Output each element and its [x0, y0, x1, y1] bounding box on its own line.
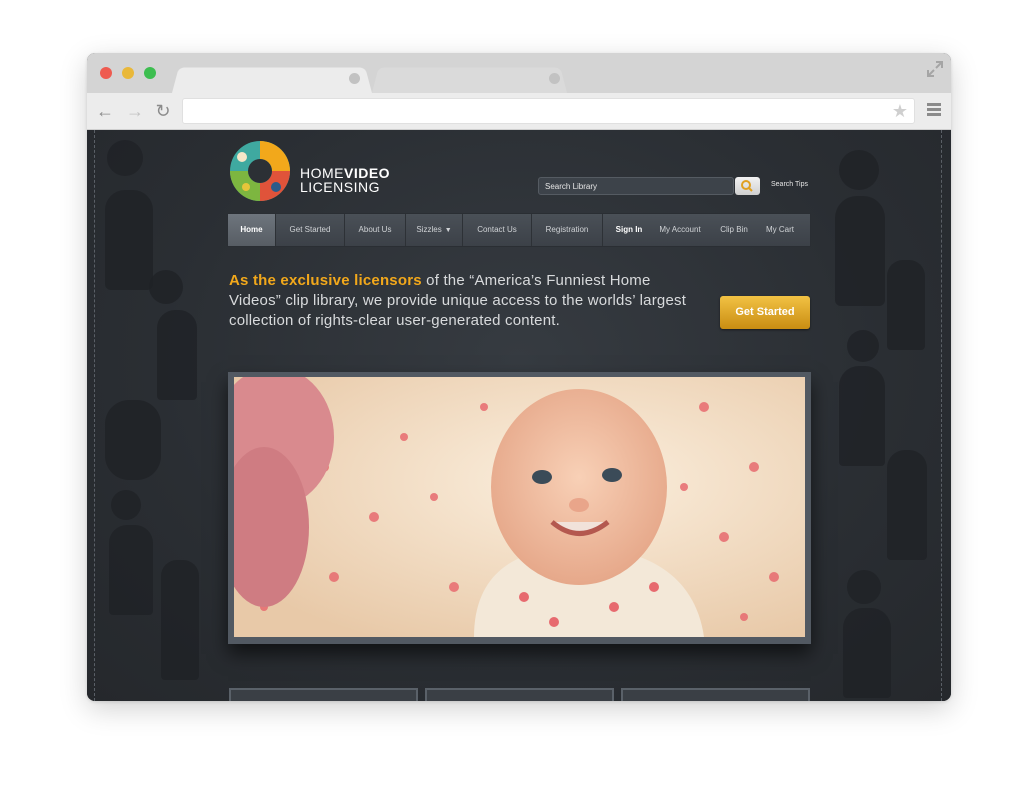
- close-window-button[interactable]: [100, 67, 112, 79]
- hero-image[interactable]: [234, 377, 805, 637]
- decorative-border: [94, 130, 95, 701]
- browser-tab-inactive[interactable]: [372, 67, 567, 93]
- nav-sign-in[interactable]: Sign In: [610, 214, 648, 246]
- browser-toolbar: ← → ↻ ★: [87, 93, 951, 130]
- silhouette-decoration: [847, 330, 879, 362]
- search-button[interactable]: [735, 177, 760, 195]
- intro-highlight: As the exclusive licensors: [229, 272, 422, 289]
- chevron-down-icon: ▼: [444, 227, 452, 234]
- silhouette-decoration: [107, 140, 143, 176]
- nav-my-cart[interactable]: My Cart: [759, 214, 801, 246]
- reload-icon[interactable]: ↻: [153, 101, 173, 121]
- expand-icon[interactable]: [927, 61, 943, 77]
- minimize-window-button[interactable]: [122, 67, 134, 79]
- thumbnail[interactable]: [621, 688, 810, 701]
- decorative-border: [941, 130, 942, 701]
- baby-photo: [234, 377, 805, 637]
- search-input[interactable]: Search Library: [538, 177, 734, 195]
- nav-home[interactable]: Home: [228, 214, 276, 246]
- browser-window: ← → ↻ ★ HOMEVIDEO LICENSING Search Libra…: [87, 53, 951, 701]
- back-icon[interactable]: ←: [95, 101, 115, 121]
- silhouette-decoration: [111, 490, 141, 520]
- search-icon: [741, 180, 753, 192]
- silhouette-decoration: [839, 150, 879, 190]
- nav-about-us[interactable]: About Us: [345, 214, 406, 246]
- forward-icon[interactable]: →: [125, 101, 145, 121]
- search-bar: Search Library: [538, 177, 760, 195]
- tab-close-icon[interactable]: [549, 73, 560, 84]
- nav-registration[interactable]: Registration: [532, 214, 603, 246]
- nav-clip-bin[interactable]: Clip Bin: [713, 214, 755, 246]
- zoom-window-button[interactable]: [144, 67, 156, 79]
- tab-close-icon[interactable]: [349, 73, 360, 84]
- browser-titlebar: [87, 53, 951, 93]
- silhouette-decoration: [887, 450, 927, 560]
- thumbnail[interactable]: [425, 688, 614, 701]
- logo-wordmark: HOMEVIDEO LICENSING: [300, 166, 390, 194]
- silhouette-decoration: [839, 366, 885, 466]
- logo-licensing: LICENSING: [300, 179, 380, 195]
- nav-contact-us[interactable]: Contact Us: [463, 214, 532, 246]
- silhouette-decoration: [161, 560, 199, 680]
- menu-icon[interactable]: [927, 103, 941, 117]
- get-started-button[interactable]: Get Started: [720, 296, 810, 329]
- main-navigation: Home Get Started About Us Sizzles ▼ Conta…: [227, 213, 811, 247]
- silhouette-decoration: [109, 525, 153, 615]
- address-bar[interactable]: ★: [182, 98, 915, 124]
- silhouette-decoration: [843, 608, 891, 698]
- search-tips-link[interactable]: Search Tips: [771, 181, 808, 188]
- browser-tab-active[interactable]: [172, 67, 372, 93]
- silhouette-decoration: [835, 196, 885, 306]
- silhouette-decoration: [887, 260, 925, 350]
- silhouette-decoration: [105, 400, 161, 480]
- nav-my-account[interactable]: My Account: [652, 214, 708, 246]
- nav-sizzles-label: Sizzles: [416, 225, 442, 234]
- hero-banner: [228, 372, 811, 644]
- thumbnail[interactable]: [229, 688, 418, 701]
- star-icon[interactable]: ★: [892, 101, 908, 121]
- home-video-licensing-logo[interactable]: [228, 139, 292, 203]
- web-page: HOMEVIDEO LICENSING Search Library Searc…: [87, 130, 951, 701]
- silhouette-decoration: [847, 570, 881, 604]
- intro-text: As the exclusive licensors of the “Ameri…: [229, 271, 699, 331]
- silhouette-decoration: [149, 270, 183, 304]
- silhouette-decoration: [157, 310, 197, 400]
- nav-sizzles[interactable]: Sizzles ▼: [406, 214, 463, 246]
- nav-get-started[interactable]: Get Started: [276, 214, 345, 246]
- silhouette-decoration: [105, 190, 153, 290]
